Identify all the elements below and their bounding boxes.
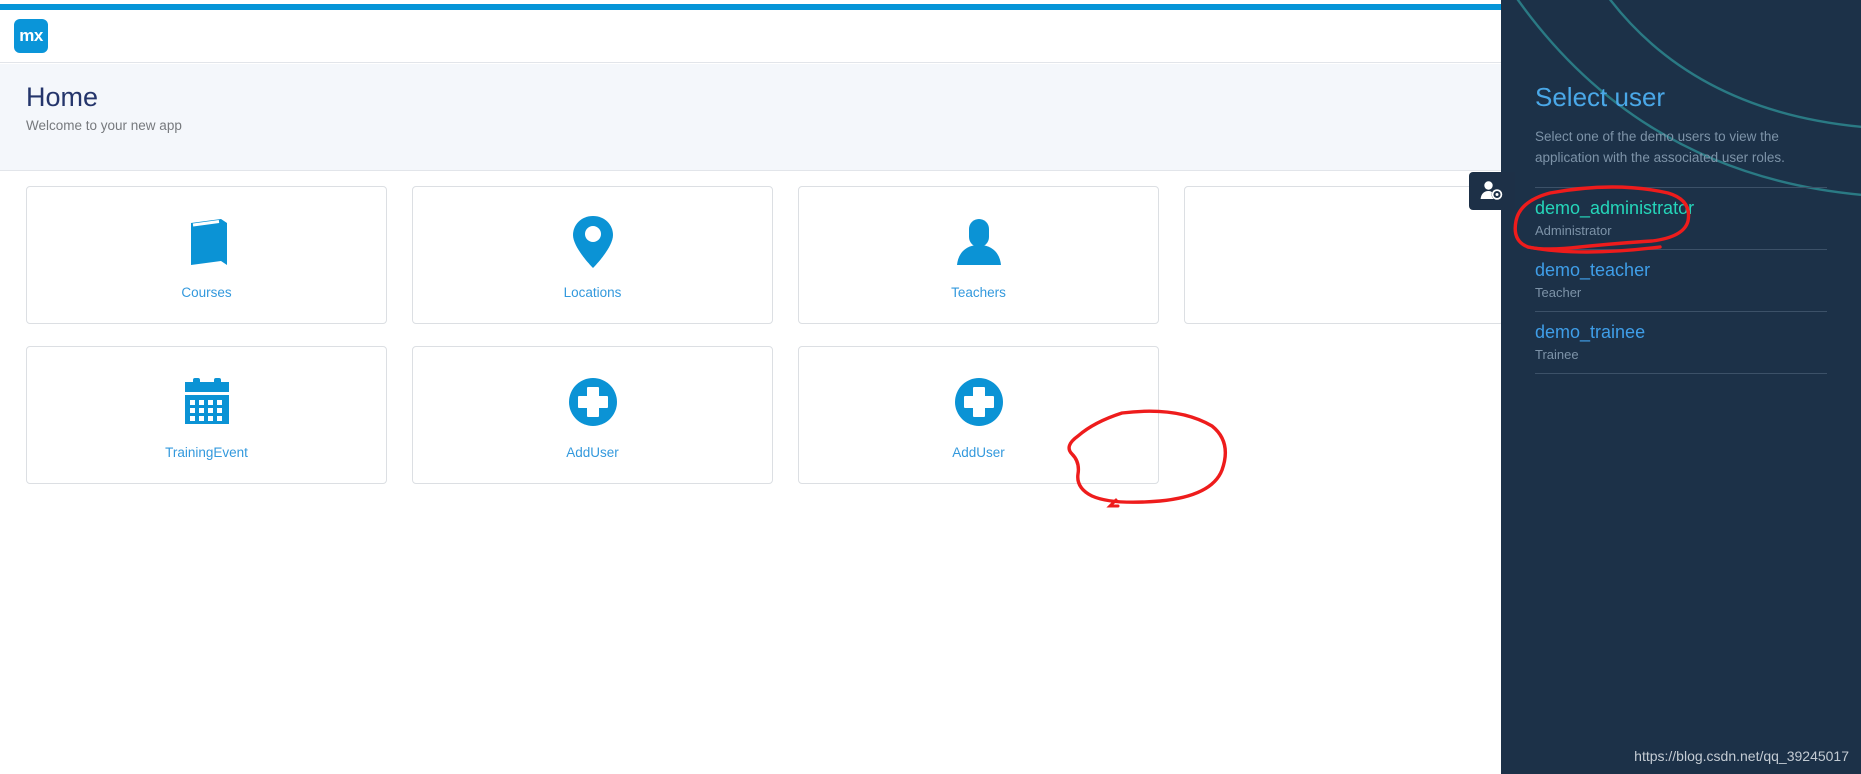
user-role: Teacher [1535,284,1582,300]
sidebar-title: Select user [1535,82,1666,112]
tile-teachers[interactable]: Teachers [798,186,1159,324]
tile-label: Courses [181,284,232,300]
plus-circle-icon [567,371,619,433]
tile-adduser-2[interactable]: AddUser [798,346,1159,484]
tile-adduser-1[interactable]: AddUser [412,346,773,484]
demo-user-list: demo_administrator Administrator demo_te… [1535,186,1827,374]
user-settings-tab[interactable] [1469,172,1515,210]
tile-courses[interactable]: Courses [26,186,387,324]
tile-label: Locations [563,284,622,300]
user-role: Trainee [1535,346,1579,362]
tile-row: Courses Locations Teachers [26,186,1504,324]
user-name: demo_administrator [1535,197,1695,218]
page-subtitle: Welcome to your new app [26,118,182,133]
plus-circle-icon [953,371,1005,433]
page-title: Home [26,82,99,112]
tile-label: TrainingEvent [165,444,248,460]
user-item-demo-teacher[interactable]: demo_teacher Teacher [1535,250,1827,312]
watermark: https://blog.csdn.net/qq_39245017 [1634,748,1849,764]
user-name: demo_trainee [1535,321,1646,342]
select-user-sidebar: Select user Select one of the demo users… [1501,0,1861,774]
user-settings-icon [1480,181,1503,200]
sidebar-description: Select one of the demo users to view the… [1535,129,1785,165]
book-icon [181,211,233,273]
app-root: mx Home Welcome to your new app Courses … [0,0,1861,774]
person-icon [954,211,1004,273]
tile-trainingevent[interactable]: TrainingEvent [26,346,387,484]
navbar: mx [0,10,1501,63]
calendar-icon [180,371,234,433]
tile-locations[interactable]: Locations [412,186,773,324]
tile-label: AddUser [566,444,619,460]
user-role: Administrator [1535,222,1612,238]
application-region: mx Home Welcome to your new app Courses … [0,0,1504,774]
page-header: Home Welcome to your new app [0,64,1501,171]
tile-label: Teachers [951,284,1006,300]
user-name: demo_teacher [1535,259,1651,280]
tile-area: Courses Locations Teachers TrainingEvent… [0,171,1504,774]
user-item-demo-administrator[interactable]: demo_administrator Administrator [1535,188,1827,250]
tile-row: TrainingEvent AddUser AddUser [26,346,1159,484]
tile-label: AddUser [952,444,1005,460]
mendix-logo-icon[interactable]: mx [14,19,48,53]
map-pin-icon [571,211,615,273]
user-item-demo-trainee[interactable]: demo_trainee Trainee [1535,312,1827,374]
tile-empty[interactable] [1184,186,1504,324]
